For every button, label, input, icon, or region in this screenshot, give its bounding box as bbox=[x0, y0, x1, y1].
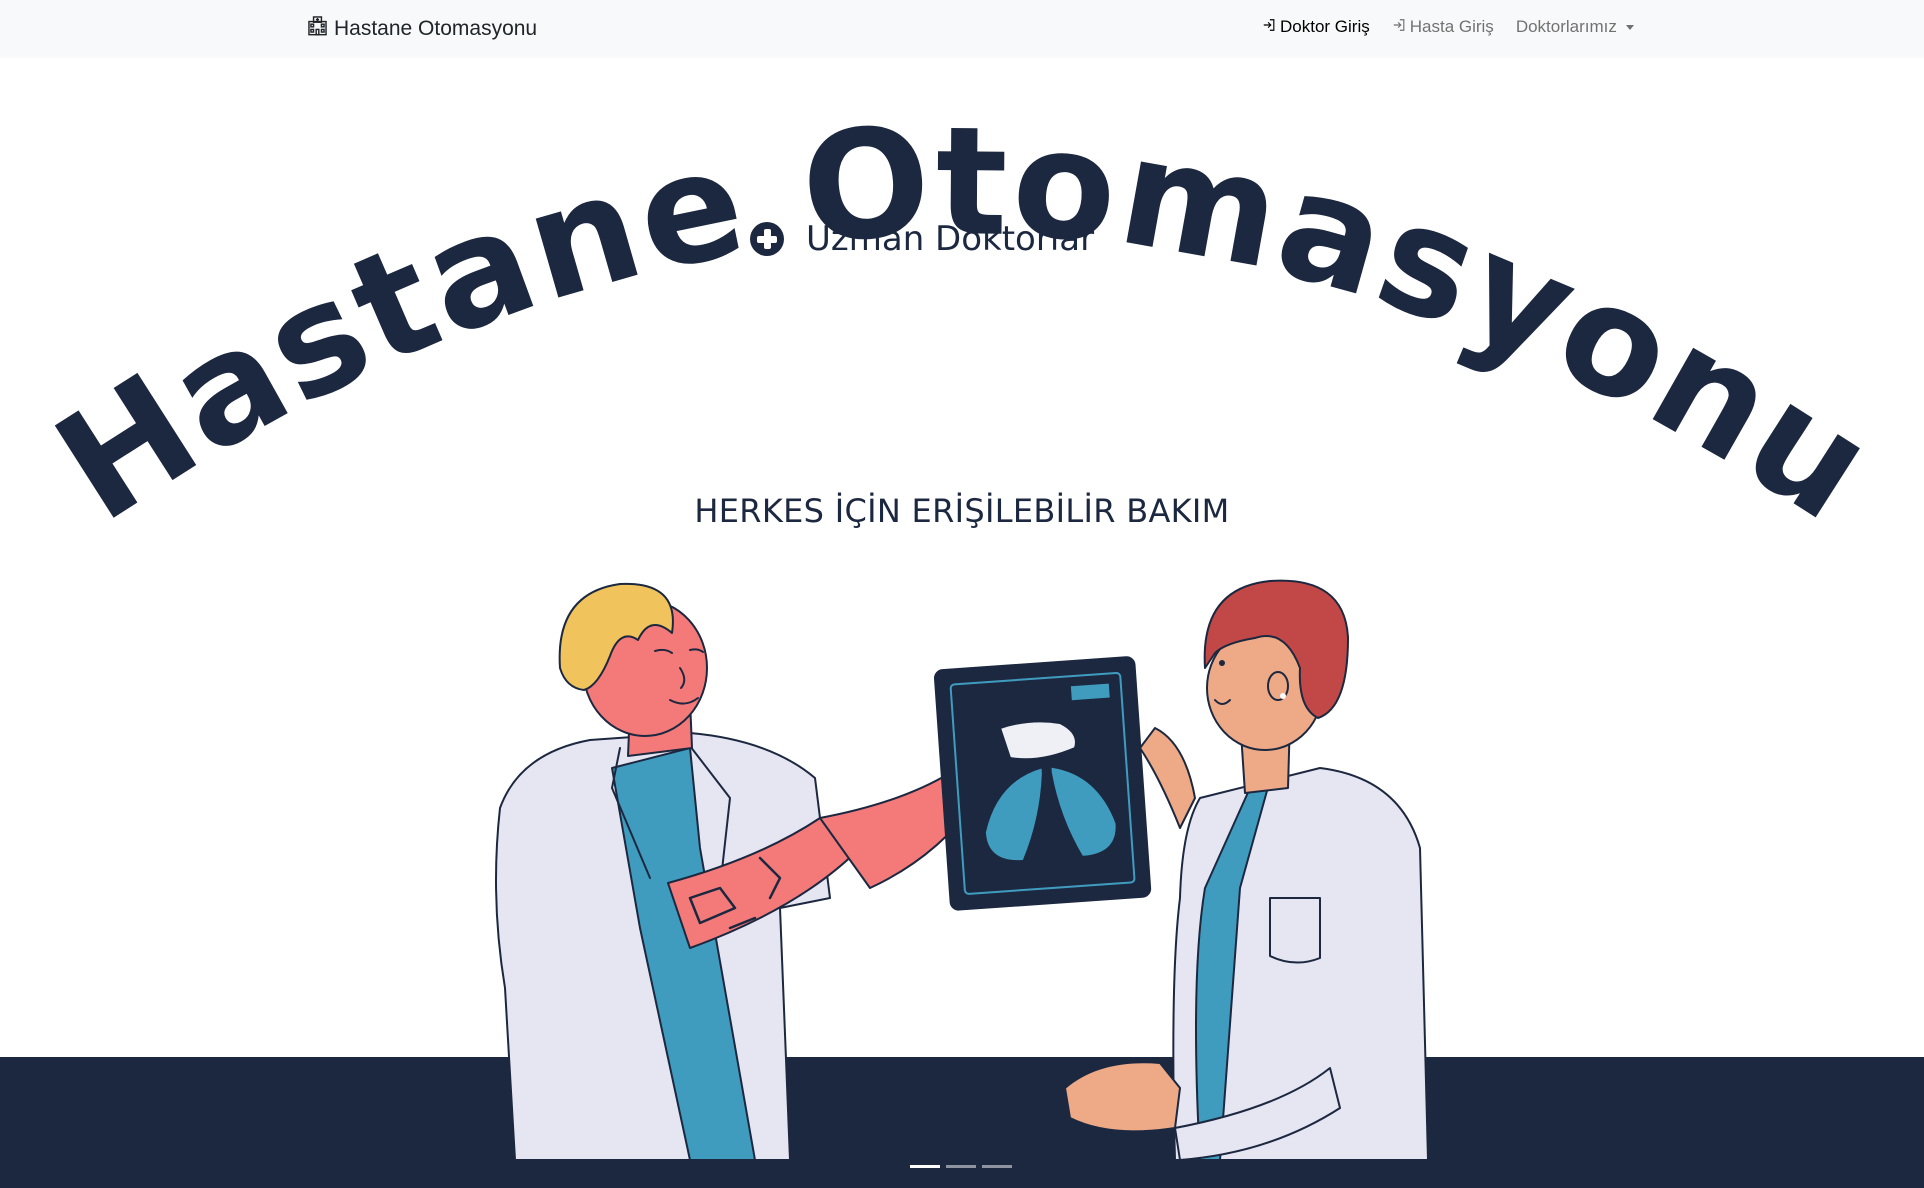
carousel-indicator-3[interactable] bbox=[982, 1165, 1012, 1168]
caret-down-icon bbox=[1625, 24, 1634, 30]
doktor-giris-link[interactable]: Doktor Giriş bbox=[1262, 17, 1370, 37]
brand-label: Hastane Otomasyonu bbox=[334, 16, 538, 40]
login-icon bbox=[1392, 17, 1406, 37]
doktorlarimiz-dropdown[interactable]: Doktorlarımız bbox=[1516, 17, 1634, 37]
hero-carousel: Uzman Doktorlar Hastane Otomasyonu HERKE… bbox=[0, 56, 1924, 1188]
login-icon bbox=[1262, 17, 1276, 37]
navbar-links: Doktor Giriş Hasta Giriş Doktorlarımız bbox=[1262, 17, 1656, 37]
hasta-giris-link[interactable]: Hasta Giriş bbox=[1392, 17, 1494, 37]
navbar-brand[interactable]: Hastane Otomasyonu bbox=[307, 15, 537, 42]
doctors-xray-illustration bbox=[495, 579, 1429, 1161]
hasta-giris-label: Hasta Giriş bbox=[1409, 17, 1494, 36]
navbar: Hastane Otomasyonu Doktor Giriş Hasta Gi… bbox=[0, 0, 1924, 56]
carousel-indicators bbox=[910, 1165, 1012, 1168]
doktor-giris-label: Doktor Giriş bbox=[1280, 17, 1370, 36]
carousel-indicator-1[interactable] bbox=[910, 1165, 940, 1168]
hospital-icon bbox=[307, 15, 328, 42]
doktorlarimiz-label: Doktorlarımız bbox=[1515, 17, 1617, 36]
carousel-indicator-2[interactable] bbox=[946, 1165, 976, 1168]
